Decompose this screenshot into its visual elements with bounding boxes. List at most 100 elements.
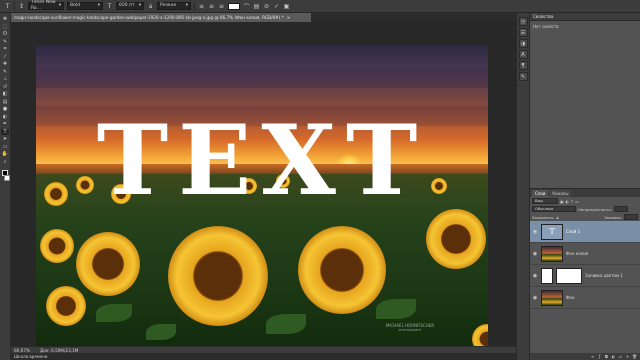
font-style-select[interactable]: Bold ▾ <box>67 2 103 10</box>
anti-alias-icon: a <box>148 2 153 10</box>
layers-panel-footer: ∞ ƒ ◘ ◐ ▭ + 🗑︎ <box>530 353 640 360</box>
leaf <box>96 304 132 322</box>
align-center-icon[interactable]: ≡ <box>208 3 215 10</box>
close-icon[interactable]: × <box>287 15 291 20</box>
commit-checkmark-icon[interactable]: ✓ <box>273 3 280 10</box>
gradient-tool-icon[interactable]: ▤ <box>1 99 9 105</box>
adjustment-layer-icon[interactable]: ◐ <box>611 354 616 359</box>
kind-filter-value: Вид <box>535 198 543 203</box>
dodge-tool-icon[interactable]: ◐ <box>1 114 9 120</box>
clone-stamp-tool-icon[interactable]: ⊥ <box>1 76 9 82</box>
filter-shape-icon[interactable]: ▭ <box>575 199 579 204</box>
shape-tool-icon[interactable]: ▭ <box>1 144 9 150</box>
image-layer-thumbnail <box>541 289 563 306</box>
history-icon[interactable]: ◷ <box>518 17 528 26</box>
lock-icon[interactable]: 🔒︎ <box>556 215 558 220</box>
image-layer-thumbnail <box>541 245 563 262</box>
trash-icon[interactable]: 🗑︎ <box>632 354 637 359</box>
lock-fill-row: Закрепить: 🔒︎ Заливка: <box>530 213 640 221</box>
headline-text-layer[interactable]: TEXT <box>36 106 488 216</box>
healing-brush-tool-icon[interactable]: ✚ <box>1 61 9 67</box>
brush-tool-icon[interactable]: ✎ <box>1 69 9 75</box>
history-brush-tool-icon[interactable]: ↺ <box>1 84 9 90</box>
layer-kind-filter[interactable]: Вид <box>532 198 558 204</box>
layer-row[interactable]: ◉ Фон <box>530 287 640 309</box>
properties-icon[interactable]: ☰ <box>518 28 528 37</box>
marquee-tool-icon[interactable]: ⬚ <box>1 24 9 30</box>
crop-tool-icon[interactable]: ⌗ <box>1 46 9 52</box>
layer-name[interactable]: Заливка цветом 1 <box>585 273 623 278</box>
blend-mode-value: Обычные <box>535 206 554 211</box>
quick-select-tool-icon[interactable]: ✎ <box>1 39 9 45</box>
text-color-swatch[interactable] <box>228 2 240 10</box>
align-right-icon[interactable]: ≡ <box>218 3 225 10</box>
move-tool-icon[interactable]: ✥ <box>1 16 9 22</box>
type-tool-icon[interactable]: T <box>1 128 9 135</box>
properties-panel-header[interactable]: Свойства <box>530 13 640 21</box>
add-mask-icon[interactable]: ◘ <box>604 354 609 359</box>
character-icon[interactable]: A <box>518 50 528 59</box>
visibility-eye-icon[interactable]: ◉ <box>532 229 538 235</box>
layer-row[interactable]: ◉ Фон копия <box>530 243 640 265</box>
font-family-value: Times New Ro... <box>31 0 56 11</box>
layer-name[interactable]: Фон копия <box>566 251 588 256</box>
lasso-tool-icon[interactable]: ʘ <box>1 31 9 37</box>
pen-tool-icon[interactable]: ✒ <box>1 121 9 127</box>
character-panel-icon[interactable]: ▤ <box>253 3 260 10</box>
sunflower <box>426 209 486 269</box>
paragraph-icon[interactable]: ¶ <box>518 61 528 70</box>
document-tab[interactable]: magic-landscape-sunflower-magic-landscap… <box>11 13 311 22</box>
font-family-select[interactable]: Times New Ro... ▾ <box>28 0 64 11</box>
eyedropper-tool-icon[interactable]: ⁄ <box>1 54 9 60</box>
eraser-tool-icon[interactable]: ◧ <box>1 91 9 97</box>
new-layer-icon[interactable]: + <box>625 354 630 359</box>
align-left-icon[interactable]: ≡ <box>198 3 205 10</box>
canvas-workspace[interactable]: TEXT MICHAEL HORNFISCHER PHOTOGRAPHY <box>11 22 516 351</box>
brush-preset-icon[interactable]: ✎ <box>518 72 528 81</box>
text-tool-preset-icon[interactable]: T <box>4 3 11 10</box>
fill-layer-thumbnail <box>541 267 553 284</box>
document-size-info: Док: 6,59M/23,1M <box>39 347 79 353</box>
layer-name[interactable]: Фон <box>566 295 575 300</box>
cancel-icon[interactable]: ⊘ <box>263 3 270 10</box>
opacity-input[interactable] <box>614 206 629 212</box>
warp-text-icon[interactable]: ⌒ <box>243 3 250 11</box>
hand-tool-icon[interactable]: ✋ <box>1 151 9 157</box>
filter-adjust-icon[interactable]: ◐ <box>566 199 569 204</box>
chevron-down-icon: ▾ <box>185 3 188 8</box>
document-tab-title: magic-landscape-sunflower-magic-landscap… <box>14 15 284 20</box>
font-size-select[interactable]: 600 пт ▾ <box>116 2 144 10</box>
layer-row[interactable]: ◉ T Слой 1 <box>530 221 640 243</box>
3d-icon[interactable]: ▣ <box>283 3 290 10</box>
blur-tool-icon[interactable]: ● <box>1 106 9 112</box>
visibility-eye-icon[interactable]: ◉ <box>532 295 538 301</box>
sunflower <box>298 226 386 314</box>
link-layers-icon[interactable]: ∞ <box>590 354 595 359</box>
visibility-eye-icon[interactable]: ◉ <box>532 251 538 257</box>
layer-name[interactable]: Слой 1 <box>566 229 580 234</box>
layer-row[interactable]: ◉ Заливка цветом 1 <box>530 265 640 287</box>
visibility-eye-icon[interactable]: ◉ <box>532 273 538 279</box>
filter-type-icon[interactable]: T <box>571 199 573 204</box>
background-color-swatch[interactable] <box>3 174 10 181</box>
blend-mode-select[interactable]: Обычные <box>532 206 576 212</box>
tab-layers[interactable]: Слои <box>532 190 549 197</box>
blend-opacity-row: Обычные Непрозрачность: <box>530 205 640 213</box>
filter-pixel-icon[interactable]: ▣ <box>560 199 564 204</box>
font-size-icon: T <box>107 2 112 10</box>
text-orientation-icon[interactable]: ↕ <box>18 3 25 10</box>
layer-style-icon[interactable]: ƒ <box>597 354 602 359</box>
adjustments-icon[interactable]: ◑ <box>518 39 528 48</box>
font-style-value: Bold <box>70 3 80 8</box>
zoom-tool-icon[interactable]: ⌕ <box>1 159 9 165</box>
tab-channels[interactable]: Каналы <box>549 190 572 197</box>
document-tab-bar: magic-landscape-sunflower-magic-landscap… <box>11 13 526 22</box>
new-group-icon[interactable]: ▭ <box>618 354 623 359</box>
path-select-tool-icon[interactable]: ➤ <box>1 136 9 142</box>
anti-alias-select[interactable]: Резкое ▾ <box>157 2 191 10</box>
zoom-level[interactable]: 66,67% <box>14 348 30 353</box>
fill-input[interactable] <box>624 214 638 220</box>
timeline-tab[interactable]: Шкала времени <box>11 353 516 360</box>
properties-empty-text: Нет свойств <box>533 24 559 29</box>
document-canvas[interactable]: TEXT MICHAEL HORNFISCHER PHOTOGRAPHY <box>36 46 488 351</box>
